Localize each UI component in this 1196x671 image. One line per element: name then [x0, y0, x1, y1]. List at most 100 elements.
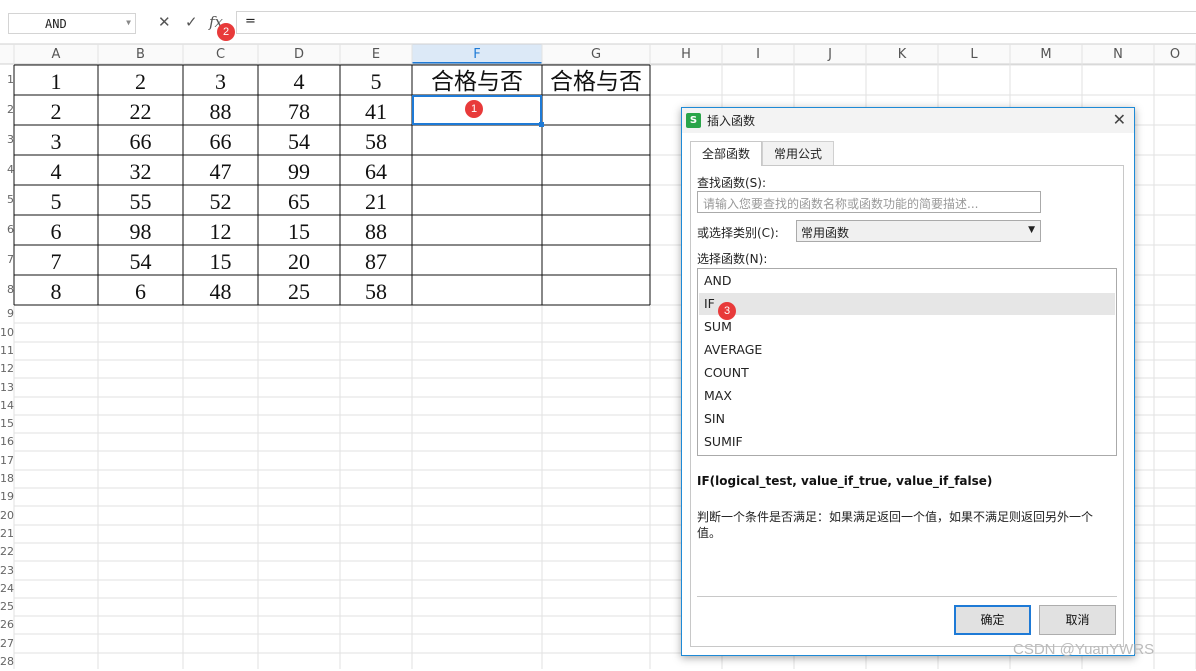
row-header[interactable]: 25 [0, 598, 14, 616]
cell[interactable]: 4 [258, 68, 340, 95]
row-header[interactable]: 1 [0, 65, 14, 95]
cell[interactable]: 12 [183, 218, 258, 245]
cell[interactable]: 合格与否 [542, 68, 650, 95]
cell[interactable]: 4 [14, 158, 98, 185]
function-item-max[interactable]: MAX [699, 385, 1115, 407]
cell[interactable]: 3 [183, 68, 258, 95]
cell[interactable]: 合格与否 [412, 68, 542, 95]
column-header-g[interactable]: G [542, 46, 650, 64]
cell[interactable]: 88 [340, 218, 412, 245]
cell[interactable]: 2 [98, 68, 183, 95]
row-header[interactable]: 22 [0, 543, 14, 561]
category-select[interactable]: 常用函数 ▼ [796, 220, 1041, 242]
cell[interactable]: 55 [98, 188, 183, 215]
cell[interactable]: 64 [340, 158, 412, 185]
column-header-k[interactable]: K [866, 46, 938, 64]
row-header[interactable]: 9 [0, 305, 14, 323]
function-item-average[interactable]: AVERAGE [699, 339, 1115, 361]
cell[interactable]: 21 [340, 188, 412, 215]
cell[interactable]: 48 [183, 278, 258, 305]
cell[interactable]: 32 [98, 158, 183, 185]
row-header[interactable]: 6 [0, 215, 14, 245]
row-header[interactable]: 27 [0, 634, 14, 653]
row-header[interactable]: 18 [0, 470, 14, 488]
cell[interactable]: 20 [258, 248, 340, 275]
row-header[interactable]: 3 [0, 125, 14, 155]
cell[interactable]: 7 [14, 248, 98, 275]
row-header[interactable]: 10 [0, 323, 14, 342]
close-icon[interactable]: ✕ [1113, 110, 1126, 129]
row-header[interactable]: 14 [0, 397, 14, 415]
row-header[interactable]: 17 [0, 451, 14, 470]
cell[interactable]: 6 [14, 218, 98, 245]
row-header[interactable]: 11 [0, 342, 14, 360]
cell[interactable]: 15 [258, 218, 340, 245]
row-header[interactable]: 15 [0, 415, 14, 433]
cell[interactable]: 2 [14, 98, 98, 125]
column-header-c[interactable]: C [183, 46, 258, 64]
row-header[interactable]: 2 [0, 95, 14, 125]
column-header-o[interactable]: O [1154, 46, 1196, 64]
row-header[interactable]: 26 [0, 616, 14, 634]
cell[interactable]: 54 [258, 128, 340, 155]
column-header-e[interactable]: E [340, 46, 412, 64]
row-header[interactable]: 5 [0, 185, 14, 215]
search-input[interactable]: 请输入您要查找的函数名称或函数功能的简要描述... [697, 191, 1041, 213]
column-header-a[interactable]: A [14, 46, 98, 64]
column-header-b[interactable]: B [98, 46, 183, 64]
cell[interactable]: 41 [340, 98, 412, 125]
dialog-title-bar[interactable]: S 插入函数 ✕ [682, 108, 1134, 133]
row-header[interactable]: 12 [0, 360, 14, 378]
cell[interactable]: 88 [183, 98, 258, 125]
cell[interactable]: 6 [98, 278, 183, 305]
column-header-d[interactable]: D [258, 46, 340, 64]
cell[interactable]: 5 [340, 68, 412, 95]
row-header[interactable]: 4 [0, 155, 14, 185]
cell[interactable]: 47 [183, 158, 258, 185]
function-item-sum[interactable]: SUM [699, 316, 1115, 338]
cell[interactable]: 5 [14, 188, 98, 215]
cell[interactable]: 99 [258, 158, 340, 185]
cell[interactable]: 78 [258, 98, 340, 125]
row-header[interactable]: 19 [0, 488, 14, 506]
cell[interactable]: 54 [98, 248, 183, 275]
function-item-count[interactable]: COUNT [699, 362, 1115, 384]
cell[interactable]: 3 [14, 128, 98, 155]
column-header-l[interactable]: L [938, 46, 1010, 64]
cell[interactable]: 52 [183, 188, 258, 215]
cell[interactable]: 65 [258, 188, 340, 215]
function-item-and[interactable]: AND [699, 270, 1115, 292]
cell[interactable]: 87 [340, 248, 412, 275]
column-header-m[interactable]: M [1010, 46, 1082, 64]
function-item-sumif[interactable]: SUMIF [699, 431, 1115, 453]
row-header[interactable]: 13 [0, 378, 14, 397]
row-header[interactable]: 7 [0, 245, 14, 275]
cell[interactable]: 25 [258, 278, 340, 305]
column-header-h[interactable]: H [650, 46, 722, 64]
column-header-i[interactable]: I [722, 46, 794, 64]
function-item-sin[interactable]: SIN [699, 408, 1115, 430]
row-header[interactable]: 8 [0, 275, 14, 305]
cell[interactable]: 22 [98, 98, 183, 125]
column-header-n[interactable]: N [1082, 46, 1154, 64]
function-item-if[interactable]: IF [699, 293, 1115, 315]
row-header[interactable]: 20 [0, 506, 14, 525]
cell[interactable]: 15 [183, 248, 258, 275]
row-header[interactable]: 23 [0, 561, 14, 580]
row-header[interactable]: 16 [0, 433, 14, 451]
row-header[interactable]: 24 [0, 580, 14, 598]
cell[interactable]: 98 [98, 218, 183, 245]
tab-all-functions[interactable]: 全部函数 [690, 141, 762, 166]
cell[interactable]: 8 [14, 278, 98, 305]
row-header[interactable]: 28 [0, 653, 14, 671]
cell[interactable]: 58 [340, 278, 412, 305]
ok-button[interactable]: 确定 [954, 605, 1031, 635]
tab-common-formulas[interactable]: 常用公式 [762, 141, 834, 165]
row-header[interactable]: 21 [0, 525, 14, 543]
column-header-f[interactable]: F [412, 46, 542, 64]
function-list[interactable]: AND IF SUM AVERAGE COUNT MAX SIN SUMIF [697, 268, 1117, 456]
cancel-button[interactable]: 取消 [1039, 605, 1116, 635]
column-header-j[interactable]: J [794, 46, 866, 64]
cell[interactable]: 66 [183, 128, 258, 155]
cell[interactable]: 66 [98, 128, 183, 155]
